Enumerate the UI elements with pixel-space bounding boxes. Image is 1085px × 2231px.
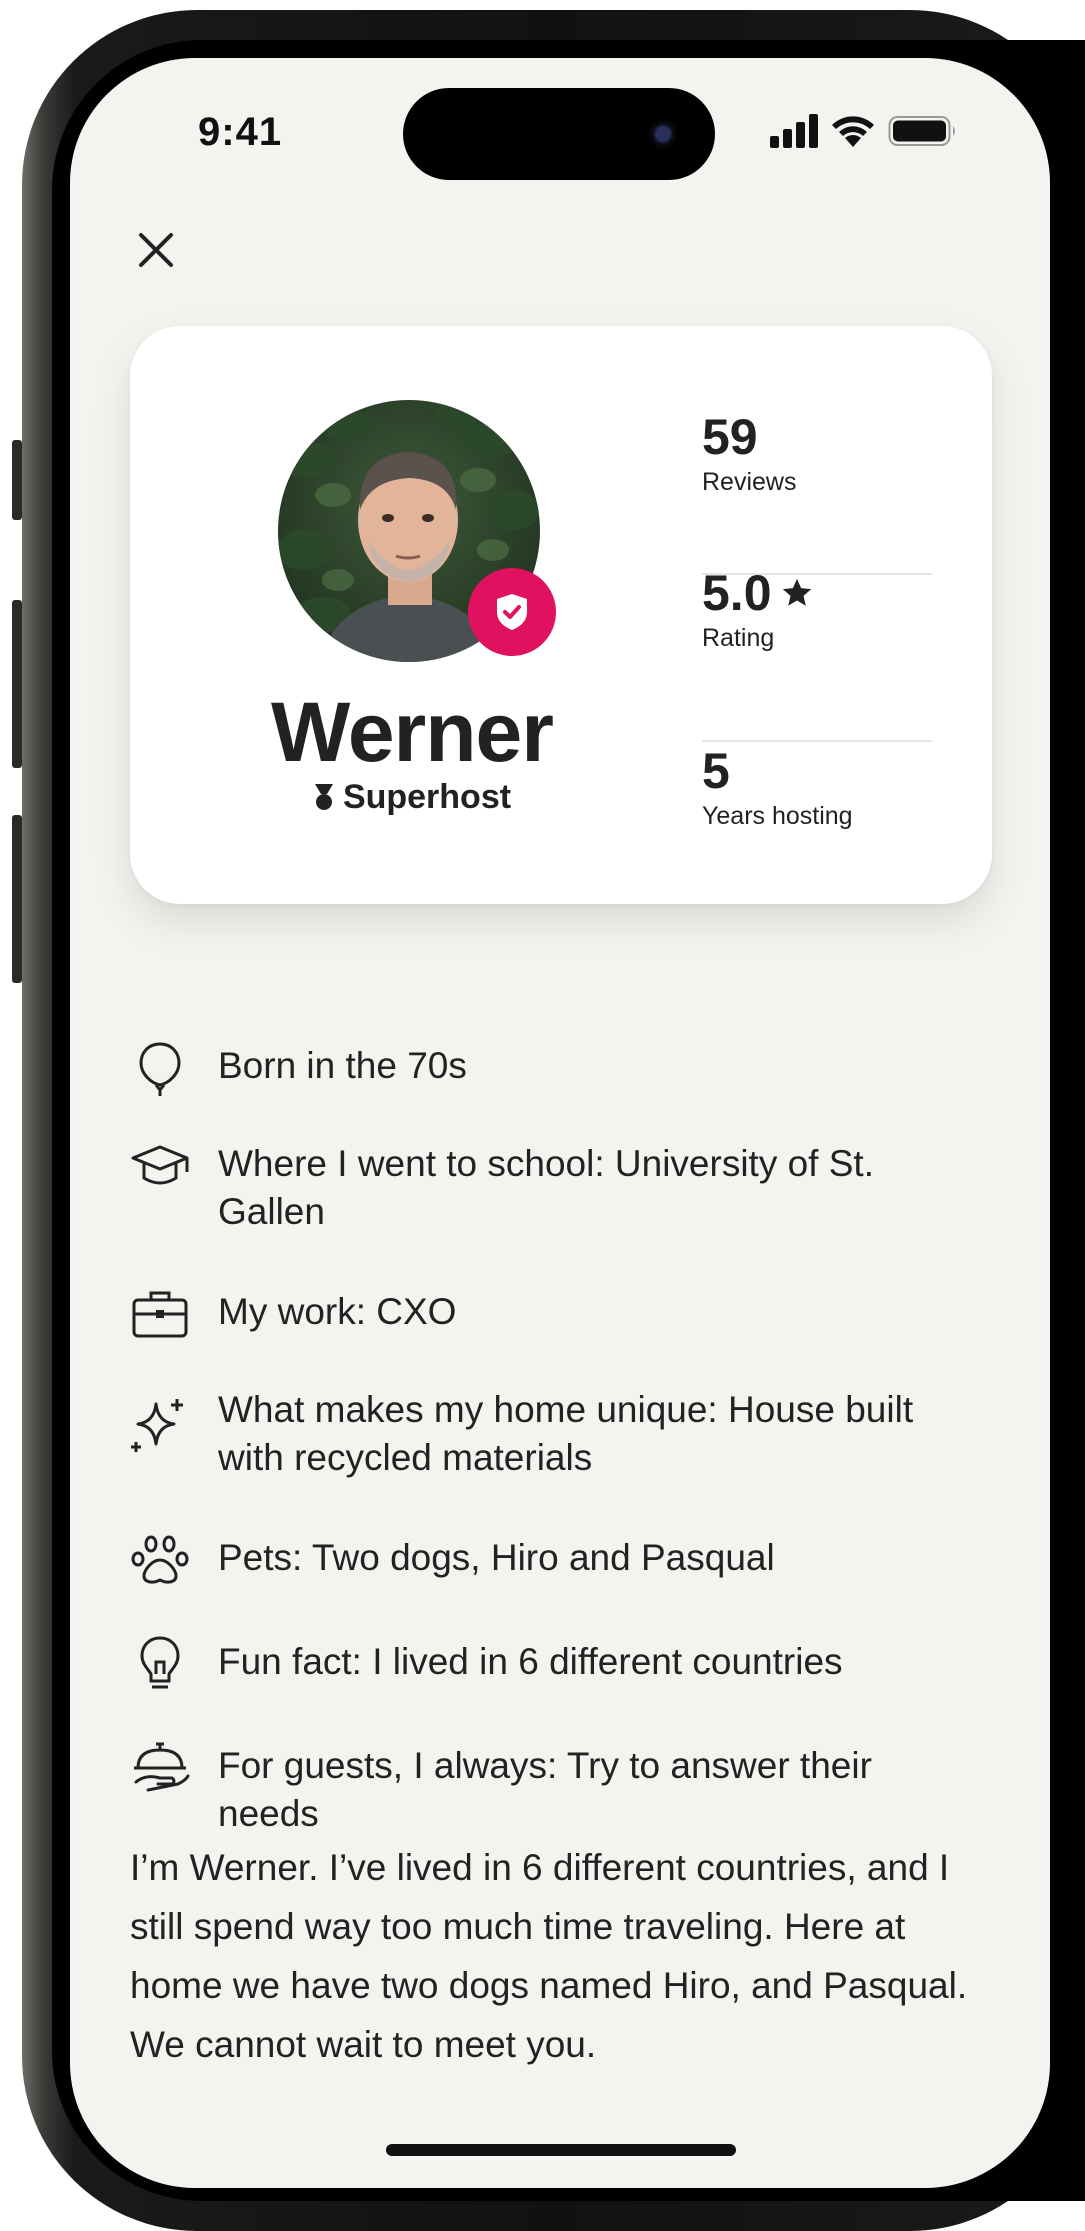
verified-badge xyxy=(468,568,556,656)
balloon-icon xyxy=(139,1042,181,1096)
stat-divider xyxy=(702,740,932,742)
avatar xyxy=(278,400,556,664)
action-button xyxy=(12,440,22,520)
years-hosting-value: 5 xyxy=(702,743,730,799)
lightbulb-icon xyxy=(140,1636,180,1689)
home-indicator[interactable] xyxy=(386,2144,736,2156)
volume-down-button xyxy=(12,815,22,983)
sparkles-icon xyxy=(131,1399,183,1452)
dynamic-island xyxy=(403,88,715,180)
fact-text: What makes my home unique: House built w… xyxy=(218,1389,914,1478)
fact-text: Born in the 70s xyxy=(218,1045,467,1086)
close-icon xyxy=(139,233,173,267)
superhost-label: Superhost xyxy=(220,778,604,817)
fact-text: Pets: Two dogs, Hiro and Pasqual xyxy=(218,1537,775,1578)
host-about-text: I’m Werner. I’ve lived in 6 different co… xyxy=(130,1847,968,2065)
fact-text: My work: CXO xyxy=(218,1291,457,1332)
fact-text: Fun fact: I lived in 6 different countri… xyxy=(218,1641,843,1682)
screen: 9:41 Werner Superhost 59 Reviews 5.0 Rat… xyxy=(70,58,1050,2188)
reviews-count: 59 xyxy=(702,409,758,465)
host-name: Werner xyxy=(271,685,554,779)
close-button[interactable] xyxy=(124,218,188,282)
status-time: 9:41 xyxy=(198,110,283,154)
graduation-cap-icon xyxy=(131,1145,189,1185)
fact-text: For guests, I always: Try to answer thei… xyxy=(218,1745,872,1834)
serving-dish-icon xyxy=(134,1742,190,1792)
star-icon xyxy=(782,578,811,606)
rating-stat: 5.0 Rating xyxy=(702,568,932,653)
wifi-icon xyxy=(832,116,874,147)
fact-text: Where I went to school: University of St… xyxy=(218,1143,874,1232)
camera-icon xyxy=(647,118,679,150)
verified-shield-icon xyxy=(497,594,527,630)
rating-value-row: 5.0 xyxy=(702,568,932,618)
volume-up-button xyxy=(12,600,22,768)
paw-icon xyxy=(131,1535,189,1584)
briefcase-icon xyxy=(132,1291,188,1338)
battery-icon xyxy=(888,116,955,146)
host-profile-card: Werner Superhost 59 Reviews 5.0 Rating 5… xyxy=(130,326,992,904)
rating-label: Rating xyxy=(702,624,775,652)
years-hosting-stat: 5 Years hosting xyxy=(702,746,932,831)
superhost-medal-icon xyxy=(314,784,333,810)
reviews-stat: 59 Reviews xyxy=(702,412,932,497)
years-hosting-label: Years hosting xyxy=(702,802,853,830)
rating-value: 5.0 xyxy=(702,565,772,621)
cellular-signal-icon xyxy=(770,114,818,148)
superhost-text: Superhost xyxy=(342,778,512,816)
reviews-label: Reviews xyxy=(702,468,797,496)
